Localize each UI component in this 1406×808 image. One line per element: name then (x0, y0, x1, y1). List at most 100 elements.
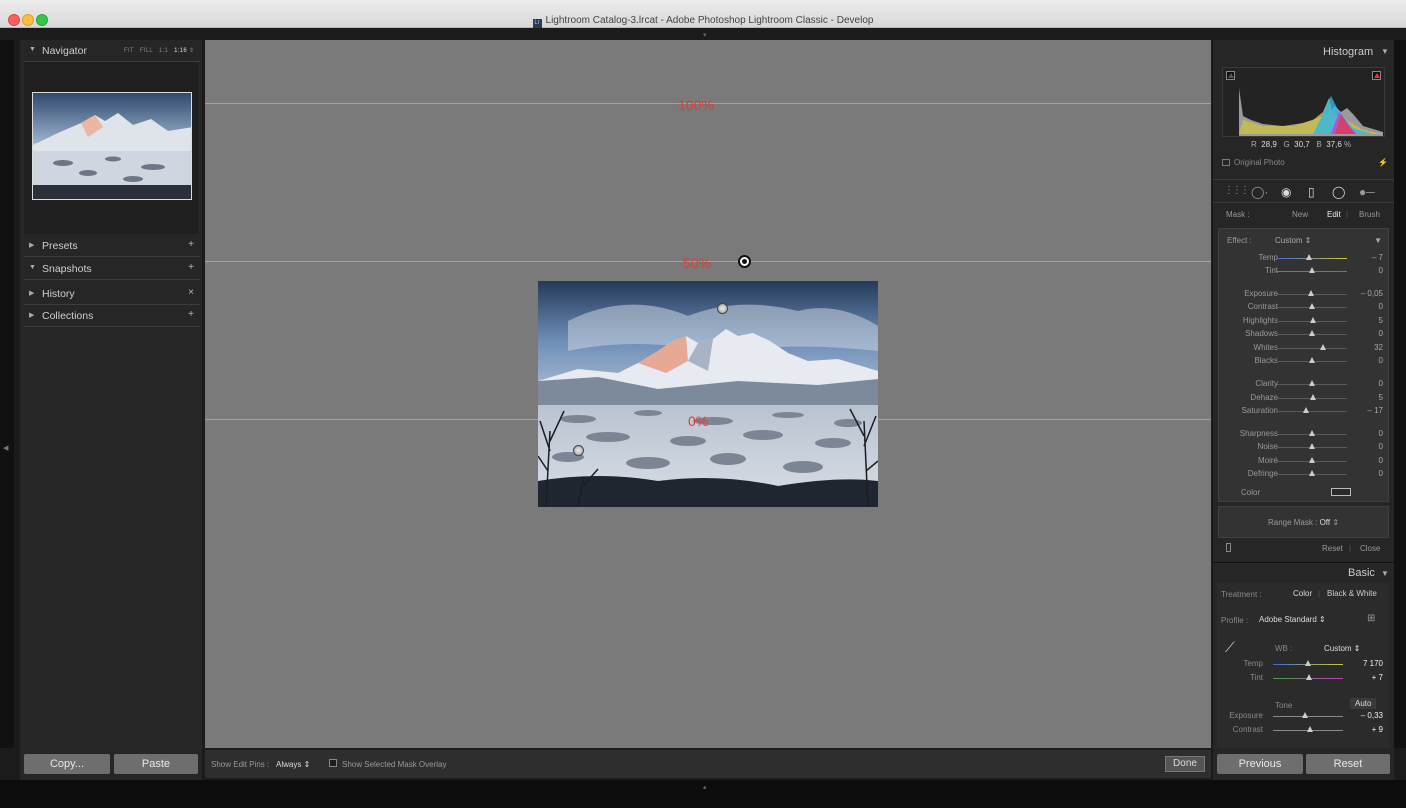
profile-dropdown[interactable]: Adobe Standard ⇕ (1259, 615, 1326, 624)
mask-slider-moir[interactable]: Moiré 0 (1219, 455, 1390, 467)
mask-slider-exposure[interactable]: Exposure – 0,05 (1219, 288, 1390, 300)
slider-thumb[interactable] (1309, 380, 1315, 386)
mask-reset-button[interactable]: Reset (1322, 544, 1343, 553)
slider-value[interactable]: – 0,33 (1361, 711, 1383, 720)
slider-value[interactable]: 7 170 (1363, 659, 1383, 668)
gradient-pin-top[interactable] (717, 303, 728, 314)
slider-thumb[interactable] (1309, 267, 1315, 273)
tone-slider-exposure[interactable]: Exposure – 0,33 (1217, 710, 1390, 722)
mask-slider-whites[interactable]: Whites 32 (1219, 342, 1390, 354)
slider-thumb[interactable] (1308, 290, 1315, 296)
slider-value[interactable]: 0 (1379, 429, 1383, 438)
range-mask-dropdown[interactable]: Range Mask : Off ⇕ (1219, 518, 1388, 527)
basic-slider-tint[interactable]: Tint + 7 (1217, 672, 1390, 684)
mask-brush-button[interactable]: Brush (1359, 210, 1380, 219)
mask-slider-highlights[interactable]: Highlights 5 (1219, 315, 1390, 327)
slider-value[interactable]: – 0,05 (1361, 289, 1383, 298)
treatment-bw-button[interactable]: Black & White (1327, 589, 1377, 598)
white-balance-eyedropper-icon[interactable]: ⟋ (1225, 639, 1235, 656)
adjustment-brush-icon[interactable]: ●─ (1359, 185, 1375, 199)
slider-value[interactable]: 0 (1379, 266, 1383, 275)
crop-overlay-icon[interactable]: ⋮⋮⋮ (1224, 185, 1250, 196)
slider-thumb[interactable] (1309, 357, 1315, 363)
mask-slider-saturation[interactable]: Saturation – 17 (1219, 405, 1390, 417)
navigator-header[interactable]: ▼ Navigator FIT FILL 1:1 1:16 ⇕ (24, 40, 200, 62)
slider-value[interactable]: 0 (1379, 379, 1383, 388)
mask-edit-button[interactable]: Edit (1327, 210, 1341, 219)
navigator-zoom-options[interactable]: FIT FILL 1:1 1:16 ⇕ (124, 47, 194, 54)
slider-value[interactable]: 5 (1379, 316, 1383, 325)
basic-slider-temp[interactable]: Temp 7 170 (1217, 658, 1390, 670)
tone-auto-button[interactable]: Auto (1350, 698, 1377, 709)
slider-thumb[interactable] (1310, 394, 1317, 400)
navigator-thumbnail[interactable] (32, 92, 192, 200)
zoom-current[interactable]: 1:16 (174, 48, 187, 54)
slider-value[interactable]: – 7 (1372, 253, 1383, 262)
slider-value[interactable]: 0 (1379, 302, 1383, 311)
slider-value[interactable]: 0 (1379, 329, 1383, 338)
paste-settings-button[interactable]: Paste (114, 754, 198, 774)
slider-thumb[interactable] (1309, 330, 1315, 336)
selected-gradient-pin[interactable] (738, 255, 751, 268)
collapse-left-arrow-icon[interactable]: ◀ (3, 444, 8, 452)
add-collection-icon[interactable]: + (188, 309, 194, 320)
copy-settings-button[interactable]: Copy... (24, 754, 110, 774)
effect-dropdown[interactable]: Custom ⇕ (1275, 236, 1312, 245)
slider-thumb[interactable] (1309, 457, 1315, 463)
mask-slider-defringe[interactable]: Defringe 0 (1219, 468, 1390, 480)
slider-thumb[interactable] (1305, 254, 1312, 260)
slider-thumb[interactable] (1306, 674, 1313, 680)
mask-slider-shadows[interactable]: Shadows 0 (1219, 328, 1390, 340)
slider-value[interactable]: 0 (1379, 469, 1383, 478)
tone-slider-contrast[interactable]: Contrast + 9 (1217, 724, 1390, 736)
mask-slider-blacks[interactable]: Blacks 0 (1219, 355, 1390, 367)
mask-slider-tint[interactable]: Tint 0 (1219, 265, 1390, 277)
photo-preview[interactable] (537, 281, 879, 508)
clear-history-icon[interactable]: × (188, 287, 194, 298)
slider-track[interactable] (1277, 258, 1347, 259)
basic-header[interactable]: Basic ▼ (1213, 562, 1394, 582)
red-eye-icon[interactable]: ◉ (1281, 185, 1291, 199)
spot-removal-icon[interactable]: ◯· (1251, 185, 1268, 199)
wb-dropdown[interactable]: Custom ⇕ (1324, 644, 1361, 653)
collections-header[interactable]: ▶ Collections + (24, 305, 200, 327)
mask-slider-temp[interactable]: Temp – 7 (1219, 252, 1390, 264)
snapshots-header[interactable]: ▼ Snapshots + (24, 258, 200, 280)
navigator-preview-area[interactable] (24, 62, 198, 234)
mask-close-button[interactable]: Close (1360, 544, 1380, 553)
image-canvas[interactable]: 100% 50% 0% (205, 40, 1211, 748)
mask-new-button[interactable]: New (1292, 210, 1308, 219)
zoom-fill[interactable]: FILL (140, 48, 153, 54)
graduated-filter-icon[interactable]: ▯ (1308, 185, 1315, 199)
slider-thumb[interactable] (1301, 712, 1308, 718)
slider-track[interactable] (1277, 348, 1347, 349)
mask-slider-contrast[interactable]: Contrast 0 (1219, 301, 1390, 313)
slider-value[interactable]: 32 (1374, 343, 1383, 352)
mask-slider-clarity[interactable]: Clarity 0 (1219, 378, 1390, 390)
slider-thumb[interactable] (1305, 660, 1311, 666)
slider-thumb[interactable] (1310, 317, 1317, 323)
slider-thumb[interactable] (1309, 470, 1315, 476)
slider-value[interactable]: + 7 (1372, 673, 1383, 682)
mask-slider-noise[interactable]: Noise 0 (1219, 441, 1390, 453)
slider-value[interactable]: 0 (1379, 442, 1383, 451)
color-swatch[interactable] (1331, 488, 1351, 496)
reset-button[interactable]: Reset (1306, 754, 1390, 774)
history-header[interactable]: ▶ History × (24, 283, 200, 305)
show-mask-overlay-label[interactable]: Show Selected Mask Overlay (342, 760, 447, 769)
show-edit-pins-dropdown[interactable]: Always ⇕ (276, 760, 310, 769)
top-panel-toggle-icon[interactable]: ▾ (703, 31, 707, 39)
add-snapshot-icon[interactable]: + (188, 262, 194, 273)
mask-slider-sharpness[interactable]: Sharpness 0 (1219, 428, 1390, 440)
slider-value[interactable]: 0 (1379, 356, 1383, 365)
show-mask-overlay-checkbox[interactable] (329, 759, 337, 767)
slider-track[interactable] (1277, 411, 1347, 412)
original-photo-label[interactable]: Original Photo (1234, 158, 1285, 167)
done-button[interactable]: Done (1165, 756, 1205, 772)
slider-value[interactable]: 5 (1379, 393, 1383, 402)
collapse-effect-icon[interactable]: ▼ (1374, 236, 1382, 245)
zoom-fit[interactable]: FIT (124, 48, 134, 54)
add-preset-icon[interactable]: + (188, 239, 194, 250)
slider-thumb[interactable] (1307, 726, 1314, 732)
histogram-graph[interactable] (1222, 67, 1385, 137)
